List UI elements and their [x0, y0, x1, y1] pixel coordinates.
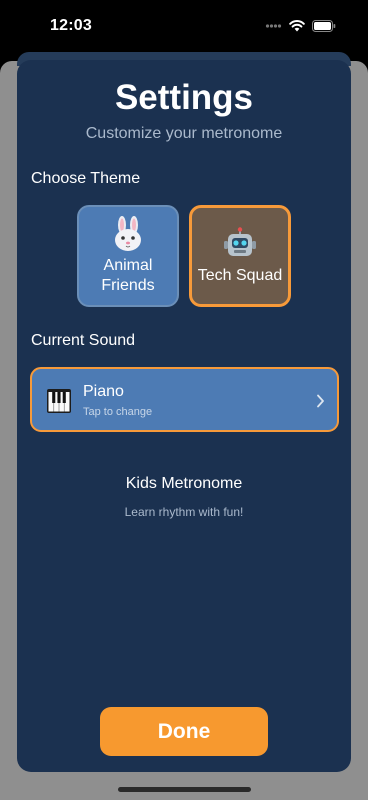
- battery-icon: [312, 19, 336, 32]
- bunny-icon: [111, 216, 145, 252]
- signal-dots-icon: [265, 23, 282, 28]
- current-sound-button[interactable]: Piano Tap to change: [30, 367, 339, 432]
- status-bar: 12:03: [0, 0, 368, 54]
- app-screen: 12:03 Settings Customize your metronome …: [0, 0, 368, 800]
- settings-sheet: Settings Customize your metronome Choose…: [17, 60, 351, 772]
- done-button[interactable]: Done: [100, 707, 268, 756]
- chevron-right-icon: [317, 394, 324, 408]
- current-sound-label: Current Sound: [31, 332, 136, 349]
- app-tagline: Learn rhythm with fun!: [124, 505, 244, 519]
- choose-theme-label: Choose Theme: [31, 170, 141, 187]
- robot-icon: [223, 226, 257, 262]
- sound-name: Piano: [83, 383, 124, 400]
- status-time: 12:03: [50, 17, 92, 34]
- piano-icon: [47, 389, 71, 413]
- theme-name: Animal Friends: [101, 257, 155, 294]
- wifi-icon: [289, 19, 305, 32]
- theme-card-tech-squad[interactable]: Tech Squad: [189, 205, 291, 307]
- page-subtitle: Customize your metronome: [85, 125, 283, 142]
- page-title: Settings: [114, 78, 254, 117]
- theme-name: Tech Squad: [197, 267, 283, 284]
- theme-card-animal-friends[interactable]: Animal Friends: [77, 205, 179, 307]
- app-name: Kids Metronome: [125, 475, 243, 492]
- sound-hint: Tap to change: [83, 406, 153, 418]
- home-indicator: [118, 787, 251, 792]
- status-icons: [265, 19, 336, 32]
